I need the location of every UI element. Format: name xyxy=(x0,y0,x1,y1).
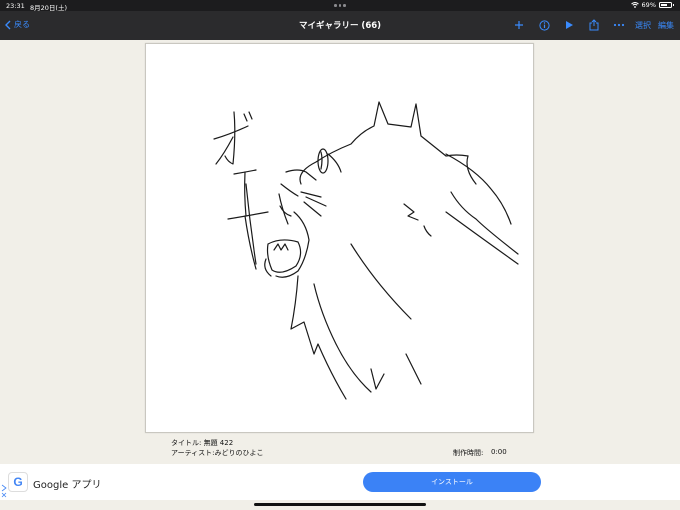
plus-icon xyxy=(515,21,523,29)
ad-app-name[interactable]: Google アプリ xyxy=(33,476,101,491)
cat-sketch xyxy=(213,101,519,400)
multitask-dots-icon[interactable] xyxy=(334,4,346,7)
handwritten-text xyxy=(213,111,269,270)
ad-choices-icon[interactable] xyxy=(1,484,7,500)
home-indicator[interactable] xyxy=(254,503,426,506)
google-logo-icon[interactable]: G xyxy=(8,472,28,492)
artwork-artist: アーティスト:みどりのひよこ xyxy=(171,449,264,457)
share-icon xyxy=(589,19,599,31)
wifi-icon xyxy=(630,2,639,8)
select-button[interactable]: 選択 xyxy=(635,20,651,31)
add-button[interactable] xyxy=(510,16,528,34)
artwork-title: タイトル: 無題 422 xyxy=(171,439,234,447)
play-icon xyxy=(565,21,573,29)
ad-banner[interactable]: G Google アプリ xyxy=(0,464,680,500)
artwork-canvas[interactable] xyxy=(145,43,534,433)
more-button[interactable] xyxy=(610,16,628,34)
info-icon xyxy=(538,19,550,31)
creation-time-label: 制作時間: xyxy=(453,449,484,457)
battery-percent: 69% xyxy=(641,1,656,9)
status-right: 69% xyxy=(630,1,674,9)
install-button[interactable]: インストール xyxy=(363,472,541,492)
cat-body xyxy=(290,243,422,400)
status-time: 23:31 xyxy=(6,2,25,10)
play-button[interactable] xyxy=(560,16,578,34)
battery-icon xyxy=(659,2,674,8)
more-icon xyxy=(613,23,625,27)
cat-head xyxy=(264,101,519,278)
status-bar: 23:31 8月20日(土) 69% xyxy=(0,0,680,12)
info-button[interactable] xyxy=(535,16,553,34)
creation-time-value: 0:00 xyxy=(491,448,507,456)
edit-button[interactable]: 編集 xyxy=(658,20,674,31)
share-button[interactable] xyxy=(585,16,603,34)
navigation-bar: 戻る マイギャラリー (66) 選択 編集 xyxy=(0,11,680,40)
